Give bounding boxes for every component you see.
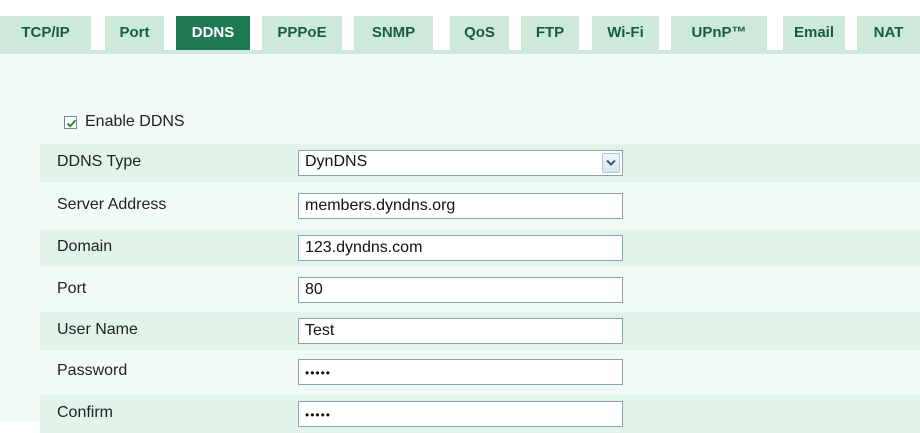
server-address-row: Server Address members.dyndns.org (40, 187, 920, 225)
enable-ddns-row: Enable DDNS (64, 108, 185, 136)
ddns-type-select[interactable]: DynDNS (298, 150, 623, 176)
user-name-label: User Name (57, 321, 138, 338)
domain-input[interactable]: 123.dyndns.com (298, 235, 623, 261)
tab-nat[interactable]: NAT (857, 16, 920, 50)
server-address-label: Server Address (57, 196, 167, 213)
dropdown-button[interactable] (602, 153, 620, 173)
tab-pppoe[interactable]: PPPoE (262, 16, 342, 50)
enable-ddns-checkbox[interactable] (64, 115, 77, 129)
user-name-input[interactable]: Test (298, 318, 623, 344)
confirm-password-input[interactable]: ••••• (298, 401, 623, 427)
tab-bar: TCP/IP Port DDNS PPPoE SNMP QoS FTP Wi-F… (0, 0, 920, 58)
tab-qos[interactable]: QoS (450, 16, 509, 50)
domain-label: Domain (57, 238, 113, 255)
domain-row: Domain 123.dyndns.com (40, 229, 920, 267)
chevron-down-icon (606, 159, 616, 166)
password-input[interactable]: ••••• (298, 359, 623, 385)
tab-upnp[interactable]: UPnP™ (671, 16, 767, 50)
tab-ftp[interactable]: FTP (521, 16, 579, 50)
user-name-row: User Name Test (40, 312, 920, 350)
tab-ddns[interactable]: DDNS (176, 16, 250, 50)
tab-email[interactable]: Email (783, 16, 845, 50)
ddns-type-row: DDNS Type DynDNS (40, 144, 920, 182)
port-row: Port 80 (40, 271, 920, 309)
ddns-type-value: DynDNS (305, 153, 368, 170)
port-input[interactable]: 80 (298, 277, 623, 303)
checkmark-icon (66, 119, 77, 128)
confirm-label: Confirm (57, 404, 114, 421)
tab-wifi[interactable]: Wi-Fi (592, 16, 659, 50)
port-label: Port (57, 280, 87, 297)
tab-snmp[interactable]: SNMP (354, 16, 433, 50)
tab-port[interactable]: Port (105, 16, 164, 50)
password-label: Password (57, 362, 128, 379)
enable-ddns-label: Enable DDNS (85, 113, 185, 130)
password-row: Password ••••• (40, 353, 920, 391)
confirm-row: Confirm ••••• (40, 395, 920, 433)
server-address-input[interactable]: members.dyndns.org (298, 193, 623, 219)
tab-tcp-ip[interactable]: TCP/IP (0, 16, 91, 50)
ddns-type-label: DDNS Type (57, 153, 142, 170)
